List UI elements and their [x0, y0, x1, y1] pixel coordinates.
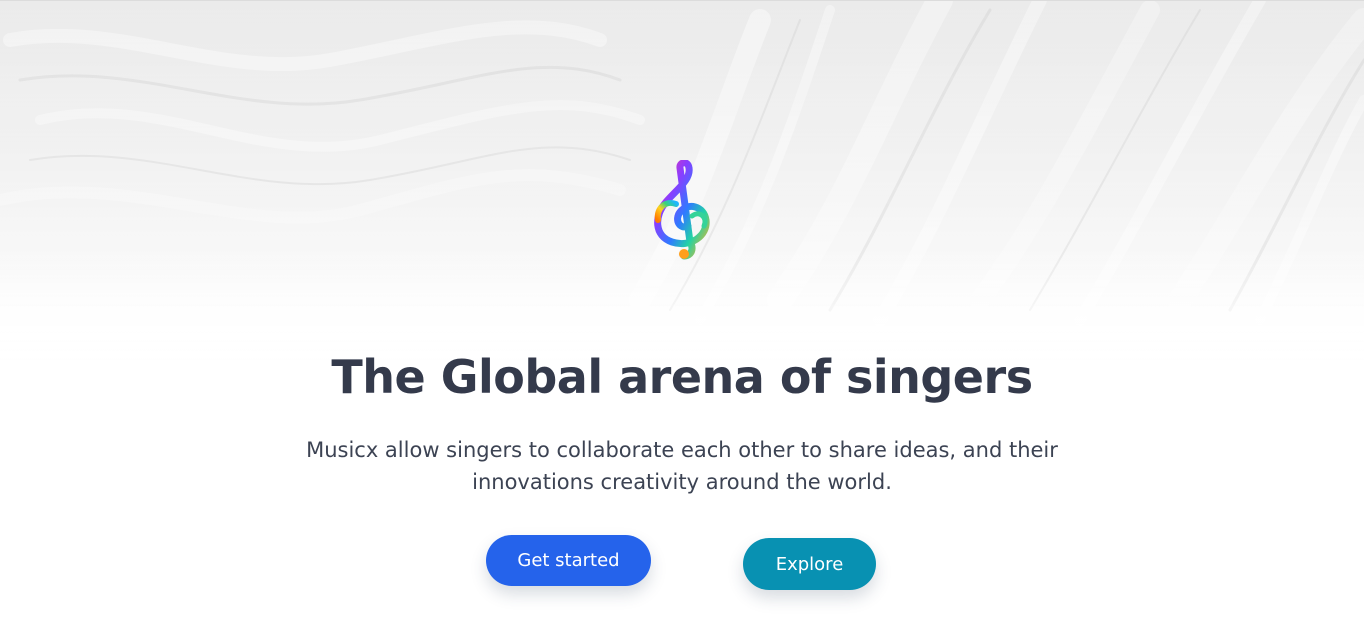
hero-section: The Global arena of singers Musicx allow… — [0, 0, 1364, 627]
hero-description: Musicx allow singers to collaborate each… — [306, 438, 1058, 494]
hero-headline: The Global arena of singers — [331, 350, 1033, 404]
get-started-button[interactable]: Get started — [486, 535, 651, 586]
treble-clef-icon — [654, 160, 710, 260]
top-border — [0, 0, 1364, 1]
explore-button[interactable]: Explore — [743, 538, 876, 590]
